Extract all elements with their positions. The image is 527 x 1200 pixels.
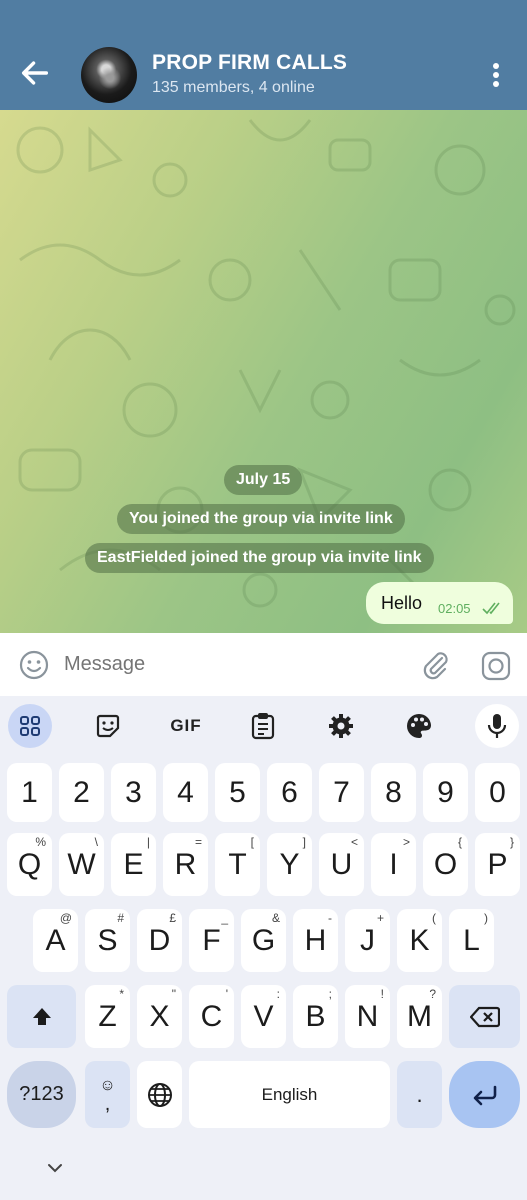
more-vert-icon[interactable]: [484, 60, 508, 90]
message-input[interactable]: [64, 647, 394, 681]
gear-icon[interactable]: [319, 704, 363, 748]
key-s[interactable]: S #: [85, 909, 130, 972]
key-p[interactable]: P}: [475, 833, 520, 896]
sticker-icon[interactable]: [86, 704, 130, 748]
group-title[interactable]: PROP FIRM CALLS: [152, 51, 347, 75]
key-h[interactable]: H-: [293, 909, 338, 972]
system-message: You joined the group via invite link: [117, 504, 405, 534]
key-g[interactable]: G &: [241, 909, 286, 972]
key-6[interactable]: 6: [267, 763, 312, 822]
key-o[interactable]: O{: [423, 833, 468, 896]
date-separator: July 15: [224, 465, 303, 495]
gif-icon[interactable]: GIF: [164, 704, 208, 748]
key-b[interactable]: B;: [293, 985, 338, 1048]
message-time: 02:05: [438, 601, 471, 616]
chevron-down-icon[interactable]: [44, 1160, 66, 1176]
camera-icon[interactable]: [480, 650, 512, 682]
back-arrow-icon[interactable]: [18, 56, 52, 90]
key-r[interactable]: R =: [163, 833, 208, 896]
on-screen-keyboard: GIF 1 2 3 4 5 6 7 8 9 0 Q % W \ E | R = …: [0, 696, 527, 1200]
key-4[interactable]: 4: [163, 763, 208, 822]
system-message: EastFielded joined the group via invite …: [85, 543, 434, 573]
key-t[interactable]: T[: [215, 833, 260, 896]
language-key[interactable]: [137, 1061, 182, 1128]
shift-key[interactable]: [7, 985, 76, 1048]
avatar[interactable]: [81, 47, 137, 103]
key-i[interactable]: I >: [371, 833, 416, 896]
enter-icon: [473, 1085, 496, 1105]
globe-icon: [147, 1082, 172, 1107]
read-checkmarks-icon: [482, 602, 500, 615]
key-2[interactable]: 2: [59, 763, 104, 822]
key-9[interactable]: 9: [423, 763, 468, 822]
clipboard-icon[interactable]: [241, 704, 285, 748]
key-j[interactable]: J +: [345, 909, 390, 972]
key-x[interactable]: X ": [137, 985, 182, 1048]
key-a[interactable]: A @: [33, 909, 78, 972]
key-n[interactable]: N!: [345, 985, 390, 1048]
space-key[interactable]: English: [189, 1061, 390, 1128]
gif-label: GIF: [170, 716, 202, 735]
key-y[interactable]: Y]: [267, 833, 312, 896]
key-e[interactable]: E |: [111, 833, 156, 896]
key-v[interactable]: V:: [241, 985, 286, 1048]
apps-grid-icon[interactable]: [8, 704, 52, 748]
message-text: Hello: [381, 593, 423, 613]
enter-key[interactable]: [449, 1061, 520, 1128]
key-7[interactable]: 7: [319, 763, 364, 822]
key-w[interactable]: W \: [59, 833, 104, 896]
backspace-key[interactable]: [449, 985, 520, 1048]
key-q[interactable]: Q%: [7, 833, 52, 896]
group-subtitle: 135 members, 4 online: [152, 79, 315, 96]
key-8[interactable]: 8: [371, 763, 416, 822]
key-z[interactable]: Z *: [85, 985, 130, 1048]
message-composer: [0, 633, 527, 696]
key-f[interactable]: F _: [189, 909, 234, 972]
key-1[interactable]: 1: [7, 763, 52, 822]
key-0[interactable]: 0: [475, 763, 520, 822]
emoji-icon[interactable]: [18, 649, 50, 681]
chat-header: PROP FIRM CALLS 135 members, 4 online: [0, 0, 527, 110]
key-3[interactable]: 3: [111, 763, 156, 822]
key-k[interactable]: K(: [397, 909, 442, 972]
chat-area[interactable]: July 15 You joined the group via invite …: [0, 110, 527, 633]
mic-icon[interactable]: [475, 704, 519, 748]
key-l[interactable]: L): [449, 909, 494, 972]
period-key[interactable]: .: [397, 1061, 442, 1128]
key-5[interactable]: 5: [215, 763, 260, 822]
palette-icon[interactable]: [397, 704, 441, 748]
emoji-key-icon: ☺: [99, 1076, 116, 1094]
emoji-comma-key[interactable]: ☺ ,: [85, 1061, 130, 1128]
symbols-key[interactable]: ?123: [7, 1061, 76, 1128]
outgoing-message-bubble[interactable]: Hello 02:05: [366, 582, 513, 624]
key-m[interactable]: M?: [397, 985, 442, 1048]
key-d[interactable]: D £: [137, 909, 182, 972]
key-c[interactable]: C ': [189, 985, 234, 1048]
key-u[interactable]: U <: [319, 833, 364, 896]
backspace-icon: [469, 1006, 500, 1027]
shift-icon: [32, 1007, 51, 1025]
attach-icon[interactable]: [420, 649, 450, 681]
